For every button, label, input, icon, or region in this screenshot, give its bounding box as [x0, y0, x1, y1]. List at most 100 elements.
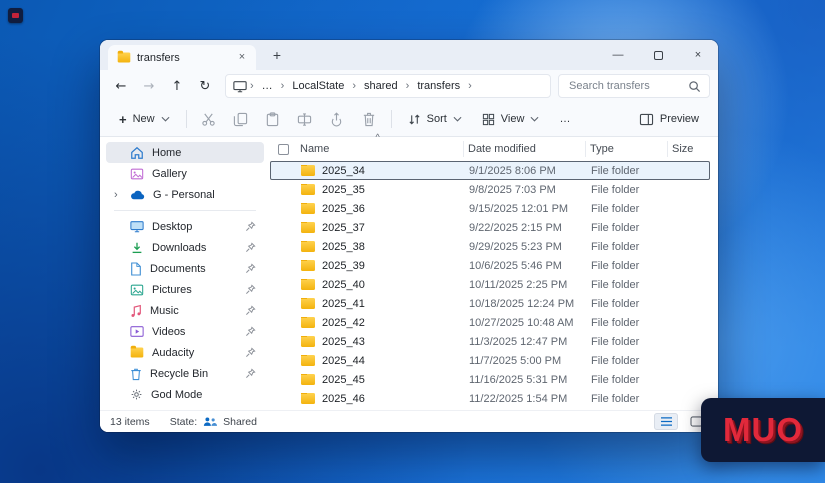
new-button[interactable]: + New: [110, 109, 179, 129]
file-row[interactable]: 2025_40 10/11/2025 2:25 PM File folder: [270, 275, 710, 294]
search-box[interactable]: [558, 74, 710, 98]
command-bar: + New Sort View … Preview: [100, 102, 718, 137]
file-row[interactable]: 2025_42 10/27/2025 10:48 AM File folder: [270, 313, 710, 332]
sidebar-item-documents[interactable]: Documents: [106, 258, 264, 279]
more-options-button[interactable]: …: [550, 109, 579, 129]
breadcrumb-overflow[interactable]: …: [257, 79, 278, 93]
date-modified-cell: 10/6/2025 5:46 PM: [469, 259, 562, 272]
sidebar-item-gallery[interactable]: Gallery: [106, 163, 264, 184]
file-row[interactable]: 2025_37 9/22/2025 2:15 PM File folder: [270, 218, 710, 237]
breadcrumb[interactable]: › … › LocalState › shared › transfers ›: [225, 74, 551, 98]
file-row[interactable]: 2025_45 11/16/2025 5:31 PM File folder: [270, 370, 710, 389]
date-modified-cell: 11/7/2025 5:00 PM: [469, 354, 562, 367]
delete-button[interactable]: [354, 106, 384, 132]
maximize-button[interactable]: [638, 40, 678, 70]
type-cell: File folder: [591, 335, 640, 348]
preview-button[interactable]: Preview: [630, 109, 708, 130]
folder-icon: [117, 50, 131, 63]
folder-icon: [301, 278, 315, 290]
trash-icon: [362, 112, 376, 127]
back-button[interactable]: ←: [108, 74, 134, 98]
paste-button[interactable]: [258, 106, 288, 132]
file-name: 2025_36: [322, 202, 365, 215]
file-row[interactable]: 2025_36 9/15/2025 12:01 PM File folder: [270, 199, 710, 218]
chevron-down-icon: [530, 116, 539, 122]
sort-button[interactable]: Sort: [399, 109, 471, 130]
sidebar-item-onedrive-personal[interactable]: › G - Personal: [106, 184, 264, 205]
type-cell: File folder: [591, 259, 640, 272]
rename-icon: [297, 112, 312, 127]
breadcrumb-localstate[interactable]: LocalState: [287, 79, 349, 93]
rename-button[interactable]: [290, 106, 320, 132]
chevron-right-icon[interactable]: ›: [114, 189, 118, 201]
type-cell: File folder: [591, 202, 640, 215]
sidebar-item-desktop[interactable]: Desktop: [106, 216, 264, 237]
desktop-monitor-icon: [130, 220, 144, 233]
minimize-button[interactable]: —: [598, 40, 638, 70]
file-name-cell: 2025_40: [297, 278, 465, 291]
tab-close-icon[interactable]: ×: [234, 50, 250, 66]
sidebar-item-audacity[interactable]: Audacity: [106, 342, 264, 363]
search-input[interactable]: [567, 79, 682, 93]
folder-icon: [130, 345, 144, 358]
preview-button-label: Preview: [659, 113, 699, 125]
date-modified-cell: 11/3/2025 12:47 PM: [469, 335, 568, 348]
sidebar-item-videos[interactable]: Videos: [106, 321, 264, 342]
column-header-date-modified[interactable]: Date modified: [464, 141, 586, 157]
file-list: ^ Name Date modified Type Size 2025_34 9…: [270, 133, 718, 410]
sidebar-item-music[interactable]: Music: [106, 300, 264, 321]
file-name-cell: 2025_42: [297, 316, 465, 329]
forward-button[interactable]: →: [136, 74, 162, 98]
refresh-button[interactable]: ↻: [192, 74, 218, 98]
column-header-size[interactable]: Size: [668, 141, 710, 157]
file-row[interactable]: 2025_43 11/3/2025 12:47 PM File folder: [270, 332, 710, 351]
tab-transfers[interactable]: transfers ×: [108, 45, 256, 70]
up-button[interactable]: ↑: [164, 74, 190, 98]
desktop-wallpaper: transfers × + — × ← → ↑ ↻ › … › LocalSta…: [0, 0, 825, 483]
new-tab-button[interactable]: +: [266, 47, 288, 63]
file-name: 2025_40: [322, 278, 365, 291]
file-row[interactable]: 2025_44 11/7/2025 5:00 PM File folder: [270, 351, 710, 370]
file-row[interactable]: 2025_46 11/22/2025 1:54 PM File folder: [270, 389, 710, 408]
file-row[interactable]: 2025_35 9/8/2025 7:03 PM File folder: [270, 180, 710, 199]
folder-icon: [301, 183, 315, 195]
status-bar: 13 items State: Shared: [100, 410, 718, 432]
cut-button[interactable]: [194, 106, 224, 132]
folder-icon: [301, 392, 315, 404]
column-header-name[interactable]: ^ Name: [296, 133, 464, 157]
sidebar-item-downloads[interactable]: Downloads: [106, 237, 264, 258]
type-cell: File folder: [591, 221, 640, 234]
title-bar[interactable]: transfers × + — ×: [100, 40, 718, 70]
sidebar-item-label: Videos: [152, 325, 186, 338]
sidebar-item-home[interactable]: Home: [106, 142, 264, 163]
preview-panel-icon: [639, 113, 654, 126]
gallery-icon: [130, 167, 144, 181]
chevron-right-icon: ›: [352, 80, 356, 92]
file-name-cell: 2025_41: [297, 297, 465, 310]
breadcrumb-transfers[interactable]: transfers: [412, 79, 465, 93]
chevron-right-icon: ›: [280, 80, 285, 92]
sidebar-divider: [114, 210, 256, 211]
close-button[interactable]: ×: [678, 40, 718, 70]
sidebar-item-god-mode[interactable]: God Mode: [106, 384, 264, 405]
sidebar-item-recycle-bin[interactable]: Recycle Bin: [106, 363, 264, 384]
item-count: 13 items: [110, 415, 150, 428]
view-button[interactable]: View: [473, 109, 549, 130]
window-body: Home Gallery › G - Personal Desktop Down…: [100, 133, 718, 410]
file-row[interactable]: 2025_41 10/18/2025 12:24 PM File folder: [270, 294, 710, 313]
sidebar-item-label: God Mode: [151, 388, 203, 401]
select-all-checkbox[interactable]: [277, 143, 289, 155]
breadcrumb-shared[interactable]: shared: [359, 79, 403, 93]
column-header-type[interactable]: Type: [586, 141, 668, 157]
sidebar-item-pictures[interactable]: Pictures: [106, 279, 264, 300]
folder-icon: [301, 240, 315, 252]
file-name: 2025_34: [322, 164, 365, 177]
videos-icon: [130, 325, 144, 338]
share-button[interactable]: [322, 106, 352, 132]
type-cell: File folder: [591, 278, 640, 291]
file-row[interactable]: 2025_34 9/1/2025 8:06 PM File folder: [270, 161, 710, 180]
copy-button[interactable]: [226, 106, 256, 132]
file-row[interactable]: 2025_38 9/29/2025 5:23 PM File folder: [270, 237, 710, 256]
file-row[interactable]: 2025_39 10/6/2025 5:46 PM File folder: [270, 256, 710, 275]
details-view-button[interactable]: [654, 413, 678, 430]
